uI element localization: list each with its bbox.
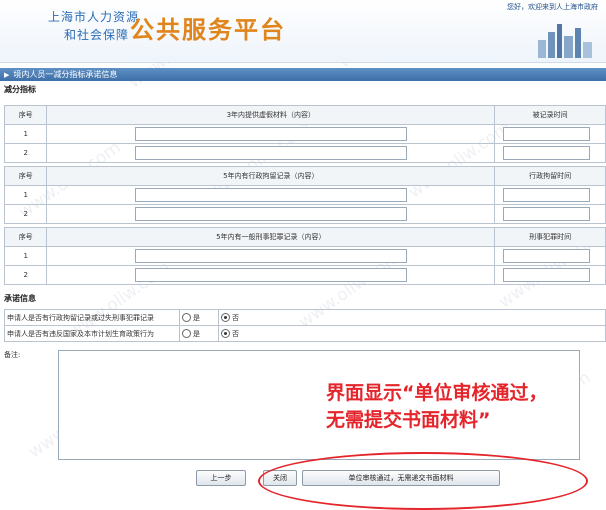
- crime-time-header: 刑事犯罪时间: [494, 227, 606, 247]
- group-header: 3年内提供虚假材料（内容）: [46, 105, 496, 125]
- criminal-record-table: 序号 5年内有一般刑事犯罪记录（内容） 刑事犯罪时间 1 2: [3, 227, 606, 285]
- triangle-right-icon: ▶: [4, 71, 10, 79]
- annotation-line1: 界面显示“单位审核通过，: [326, 382, 548, 404]
- radio-yes[interactable]: [182, 313, 191, 322]
- row-index: 1: [3, 185, 48, 205]
- time-input[interactable]: [503, 188, 591, 202]
- radio-no[interactable]: [221, 313, 230, 322]
- record-time-header: 被记录时间: [494, 105, 606, 125]
- column-index-header: 序号: [3, 105, 48, 125]
- org-name-line2: 和社会保障: [64, 28, 130, 42]
- table-row: 1: [3, 185, 606, 205]
- time-input[interactable]: [503, 127, 591, 141]
- org-name-line1: 上海市人力资源: [48, 10, 140, 24]
- radio-no-label: 否: [232, 313, 239, 322]
- radio-yes-label: 是: [193, 313, 200, 322]
- radio-yes-label: 是: [193, 329, 200, 338]
- commitment-row: 申请人是否有违反国家及本市计划生育政策行为 是 否: [4, 325, 606, 342]
- skyline-icon: [538, 24, 592, 58]
- remark-label: 备注:: [4, 351, 21, 359]
- radio-yes[interactable]: [182, 329, 191, 338]
- radio-no[interactable]: [221, 329, 230, 338]
- site-header: 上海市人力资源 和社会保障 公共服务平台 您好，欢迎来到人上海市政府: [0, 0, 606, 63]
- platform-title: 公共服务平台: [130, 16, 286, 44]
- detention-time-header: 行政拘留时间: [494, 166, 606, 186]
- annotation-line2: 无需提交书面材料”: [326, 409, 491, 431]
- table-row: 2: [3, 143, 606, 163]
- commitment-question: 申请人是否有违反国家及本市计划生育政策行为: [4, 325, 180, 342]
- row-index: 1: [3, 124, 48, 144]
- detention-table: 序号 5年内有行政拘留记录（内容） 行政拘留时间 1 2: [3, 166, 606, 224]
- content-input[interactable]: [134, 207, 407, 221]
- time-input[interactable]: [503, 146, 591, 160]
- commitment-section-title: 承诺信息: [4, 294, 36, 303]
- time-input[interactable]: [503, 268, 591, 282]
- content-input[interactable]: [134, 188, 407, 202]
- time-input[interactable]: [503, 249, 591, 263]
- row-index: 2: [3, 143, 48, 163]
- time-input[interactable]: [503, 207, 591, 221]
- row-index: 2: [3, 204, 48, 224]
- commitment-table: 申请人是否有行政拘留记录或过失刑事犯罪记录 是 否 申请人是否有违反国家及本市计…: [4, 309, 606, 342]
- content-input[interactable]: [134, 146, 407, 160]
- welcome-text: 您好，欢迎来到人上海市政府: [507, 3, 598, 11]
- form-title: 境内人员一减分指标承诺信息: [13, 70, 118, 79]
- false-material-table: 序号 3年内提供虚假材料（内容） 被记录时间 1 2: [3, 105, 606, 163]
- row-index: 1: [3, 246, 48, 266]
- annotation-text: 界面显示“单位审核通过， 无需提交书面材料”: [326, 380, 548, 434]
- content-input[interactable]: [134, 268, 407, 282]
- prev-step-button[interactable]: 上一步: [196, 470, 246, 486]
- table-row: 1: [3, 246, 606, 266]
- column-index-header: 序号: [3, 166, 48, 186]
- table-row: 2: [3, 265, 606, 285]
- commitment-question: 申请人是否有行政拘留记录或过失刑事犯罪记录: [4, 309, 180, 326]
- radio-no-label: 否: [232, 329, 239, 338]
- group-header: 5年内有行政拘留记录（内容）: [46, 166, 496, 186]
- table-row: 2: [3, 204, 606, 224]
- form-title-bar: ▶ 境内人员一减分指标承诺信息: [0, 68, 606, 81]
- table-row: 1: [3, 124, 606, 144]
- content-input[interactable]: [134, 249, 407, 263]
- commitment-row: 申请人是否有行政拘留记录或过失刑事犯罪记录 是 否: [4, 309, 606, 326]
- group-header: 5年内有一般刑事犯罪记录（内容）: [46, 227, 496, 247]
- row-index: 2: [3, 265, 48, 285]
- highlight-circle: [258, 452, 588, 510]
- deductions-section-title: 减分指标: [4, 85, 36, 94]
- content-input[interactable]: [134, 127, 407, 141]
- column-index-header: 序号: [3, 227, 48, 247]
